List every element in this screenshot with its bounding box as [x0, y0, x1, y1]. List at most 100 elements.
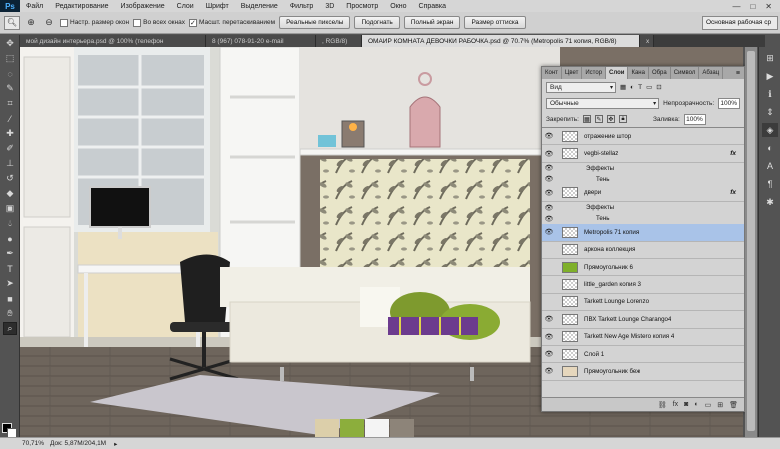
eye-icon[interactable]: 👁︎ [542, 333, 556, 341]
tab-layers[interactable]: Слои [606, 67, 629, 79]
clone-stamp-tool-icon[interactable]: ⊥ [3, 157, 17, 170]
color-panel-icon[interactable]: ◐ [762, 141, 778, 155]
tab-channels[interactable]: Кана [628, 67, 649, 79]
filter-shape-icon[interactable]: ▭ [646, 83, 652, 91]
layer-row[interactable]: 👁︎ little_garden копия 3 [542, 276, 744, 294]
crop-tool-icon[interactable]: ⌗ [3, 97, 17, 110]
shape-tool-icon[interactable]: ■ [3, 292, 17, 305]
fx-icon[interactable]: fx [730, 150, 736, 157]
trash-icon[interactable]: 🗑︎ [729, 401, 738, 409]
filter-adjust-icon[interactable]: ◐ [630, 84, 634, 91]
lock-transparency-icon[interactable]: ▦ [582, 115, 591, 123]
minimize-button[interactable]: — [732, 2, 740, 11]
layer-row[interactable]: 👁︎ арконa коллекция [542, 241, 744, 259]
lock-all-icon[interactable]: 🔒︎ [618, 115, 627, 123]
layer-row-selected[interactable]: 👁︎ Metropolis 71 копия [542, 224, 744, 242]
zoom-out-icon[interactable]: ⊖ [42, 16, 56, 30]
layer-row[interactable]: 👁︎ Tarkett New Age Mistero копия 4 [542, 328, 744, 346]
filter-smart-icon[interactable]: ⊡ [656, 83, 661, 91]
all-windows-checkbox[interactable]: Во всех окнах [133, 18, 185, 27]
fx-icon[interactable]: fx [673, 401, 678, 408]
layer-effects-row[interactable]: 👁︎ Эффекты [542, 162, 744, 174]
history-panel-icon[interactable]: ⊞ [762, 51, 778, 65]
brush-tool-icon[interactable]: ✐ [3, 142, 17, 155]
healing-tool-icon[interactable]: ✚ [3, 127, 17, 140]
lasso-tool-icon[interactable]: ◌ [3, 67, 17, 80]
tab-paragraph[interactable]: Абзац [699, 67, 724, 79]
tab-channels-short[interactable]: Конт [542, 67, 562, 79]
eye-icon[interactable]: 👁︎ [542, 350, 556, 358]
close-button[interactable]: ✕ [765, 2, 772, 11]
filter-pixel-icon[interactable]: ▦ [620, 83, 626, 91]
scrubby-zoom-checkbox[interactable]: ✓ Масшт. перетаскиванием [188, 18, 275, 27]
blur-tool-icon[interactable]: 💧︎ [3, 217, 17, 230]
layer-filter-select[interactable]: Вид ▾ [546, 81, 616, 93]
tab-interior-design[interactable]: мой дизайн интерьера.psd @ 100% (телефон [20, 35, 206, 47]
eye-icon[interactable]: 👁︎ [542, 164, 556, 172]
adjust-panel-icon[interactable]: ⇕ [762, 105, 778, 119]
link-icon[interactable]: ⛓ [658, 401, 667, 409]
menu-window[interactable]: Окно [384, 3, 412, 10]
gradient-tool-icon[interactable]: ▣ [3, 202, 17, 215]
fill-screen-button[interactable]: Полный экран [403, 16, 461, 29]
filter-type-icon[interactable]: T [638, 84, 642, 91]
layer-row[interactable]: 👁︎ двери fx [542, 184, 744, 203]
layer-effect-row[interactable]: 👁︎ Тень [542, 213, 744, 225]
layer-row[interactable]: 👁︎ отражение штор [542, 128, 744, 146]
eye-icon[interactable]: 👁︎ [542, 281, 556, 289]
vertical-scrollbar[interactable] [745, 47, 757, 437]
eye-icon[interactable]: 👁︎ [542, 189, 556, 197]
maximize-button[interactable]: □ [750, 2, 755, 11]
eye-icon[interactable]: 👁︎ [542, 204, 556, 212]
zoom-level[interactable]: 70,71% [0, 440, 44, 447]
eye-icon[interactable]: 👁︎ [542, 175, 556, 183]
layers-panel-icon[interactable]: ◈ [762, 123, 778, 137]
fx-icon[interactable]: fx [730, 189, 736, 196]
dodge-tool-icon[interactable]: ● [3, 232, 17, 245]
hand-tool-icon[interactable]: ✋︎ [3, 307, 17, 320]
blend-mode-select[interactable]: Обычные ▾ [546, 97, 660, 109]
status-menu-icon[interactable]: ▸ [114, 440, 117, 448]
fit-screen-button[interactable]: Подогнать [354, 16, 400, 29]
styles-panel-icon[interactable]: ✱ [762, 195, 778, 209]
eye-icon[interactable]: 👁︎ [542, 150, 556, 158]
type-tool-icon[interactable]: T [3, 262, 17, 275]
zoom-tool-icon[interactable]: ⌕ [3, 322, 17, 335]
character-panel-icon[interactable]: A [762, 159, 778, 173]
layer-row[interactable]: 👁︎ Прямоугольник беж [542, 363, 744, 381]
eye-icon[interactable]: 👁︎ [542, 298, 556, 306]
quick-select-tool-icon[interactable]: ✎ [3, 82, 17, 95]
layer-effects-row[interactable]: 👁︎ Эффекты [542, 202, 744, 214]
lock-pixels-icon[interactable]: ✎ [594, 115, 603, 123]
layer-effect-row[interactable]: 👁︎ Тень [542, 173, 744, 185]
menu-layers[interactable]: Слои [171, 3, 200, 10]
eraser-tool-icon[interactable]: ◆ [3, 187, 17, 200]
layer-row[interactable]: 👁︎ Tarkett Lounge Lorenzo [542, 293, 744, 312]
new-layer-icon[interactable]: ⊞ [717, 401, 723, 409]
marquee-tool-icon[interactable]: ⬚ [3, 52, 17, 65]
zoom-in-icon[interactable]: ⊕ [24, 16, 38, 30]
panel-menu-icon[interactable]: ≡ [732, 67, 744, 79]
paragraph-panel-icon[interactable]: ¶ [762, 177, 778, 191]
tab-active-document[interactable]: ОМАИР КОМНАТА ДЕВОЧКИ РАБОЧКА.psd @ 70.7… [362, 35, 640, 47]
workspace-select[interactable]: Основная рабочая ср [702, 15, 778, 30]
eye-icon[interactable]: 👁︎ [542, 263, 556, 271]
properties-panel-icon[interactable]: ℹ [762, 87, 778, 101]
mask-icon[interactable]: ◙ [684, 401, 688, 408]
zoom-tool-preset-icon[interactable]: 🔍︎ [4, 15, 20, 30]
eye-icon[interactable]: 👁︎ [542, 246, 556, 254]
fill-input[interactable]: 100% [683, 113, 706, 125]
tab-close-icon[interactable]: x [640, 35, 654, 47]
layer-row[interactable]: 👁︎ vegbi-stellaz fx [542, 145, 744, 163]
pen-tool-icon[interactable]: ✒ [3, 247, 17, 260]
menu-image[interactable]: Изображение [115, 3, 171, 10]
menu-help[interactable]: Справка [413, 3, 452, 10]
print-size-button[interactable]: Размер оттиска [464, 16, 526, 29]
layer-row[interactable]: 👁︎ Прямоугольник 6 [542, 258, 744, 277]
lock-position-icon[interactable]: ✥ [606, 115, 615, 123]
eye-icon[interactable]: 👁︎ [542, 315, 556, 323]
eye-icon[interactable]: 👁︎ [542, 215, 556, 223]
menu-filter[interactable]: Фильтр [284, 3, 320, 10]
layer-row[interactable]: 👁︎ ПВХ Tarkett Lounge Charango4 [542, 311, 744, 329]
tab-paths[interactable]: Обра [649, 67, 671, 79]
